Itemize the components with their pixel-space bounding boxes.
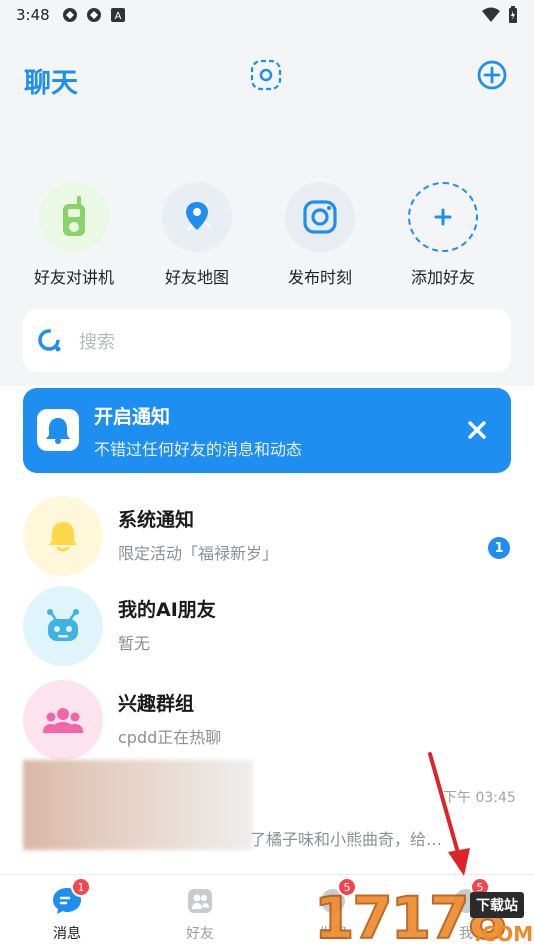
shortcut-add-friend[interactable]: 添加好友 xyxy=(393,182,493,288)
system-bell-avatar xyxy=(23,496,103,576)
shortcut-label: 发布时刻 xyxy=(287,268,352,287)
tab-badge: 1 xyxy=(71,877,91,897)
watermark-suffix: .COM xyxy=(474,922,534,946)
chat-name: 兴趣群组 xyxy=(118,693,195,715)
unread-badge: 1 xyxy=(488,537,510,559)
wifi-icon xyxy=(482,7,500,22)
robot-avatar xyxy=(23,586,103,666)
shortcut-label: 添加好友 xyxy=(410,268,475,287)
tab-label: 消息 xyxy=(53,926,81,942)
notify-banner[interactable]: 开启通知 不错过任何好友的消息和动态 xyxy=(23,388,511,473)
blurred-avatar xyxy=(23,760,253,850)
site-watermark: 17178 下载站 .COM xyxy=(308,878,534,950)
chat-name: 我的AI朋友 xyxy=(118,599,216,621)
watermark-tag: 下载站 xyxy=(470,892,524,918)
tab-friends[interactable]: 好友 xyxy=(160,885,240,943)
battery-icon xyxy=(509,6,517,23)
chat-preview: 了橘子味和小熊曲奇，给… xyxy=(250,830,443,849)
shortcut-row: 好友对讲机 好友地图 发布时刻 添加好友 xyxy=(0,182,534,292)
shortcut-publish-moment[interactable]: 发布时刻 xyxy=(270,182,370,288)
bell-icon xyxy=(37,409,79,451)
search-icon xyxy=(38,328,61,351)
header: 聊天 xyxy=(0,55,534,101)
chat-preview: 暂无 xyxy=(118,634,151,653)
tab-messages[interactable]: 1 消息 xyxy=(27,877,107,943)
app-notification-icon xyxy=(86,8,101,22)
shortcut-label: 好友对讲机 xyxy=(33,268,114,287)
map-pin-icon xyxy=(162,182,232,252)
chat-row-ai-friend[interactable]: 我的AI朋友 暂无 xyxy=(0,580,534,670)
svg-text:A: A xyxy=(114,11,121,22)
chat-row-system[interactable]: 系统通知 限定活动「福禄新岁」 1 xyxy=(0,490,534,580)
status-bar: 3:48 A xyxy=(0,0,534,30)
camera-icon xyxy=(285,182,355,252)
plus-icon xyxy=(408,182,478,252)
banner-title: 开启通知 xyxy=(94,406,171,428)
chat-preview: 限定活动「福禄新岁」 xyxy=(118,544,279,563)
app-notification-icon xyxy=(62,8,77,22)
a-notification-icon: A xyxy=(110,8,125,22)
tab-label: 好友 xyxy=(186,926,214,942)
shortcut-friend-map[interactable]: 好友地图 xyxy=(147,182,247,288)
shortcut-walkie-talkie[interactable]: 好友对讲机 xyxy=(24,182,124,288)
add-icon[interactable] xyxy=(476,59,508,91)
chat-row-interest-group[interactable]: 兴趣群组 cpdd正在热聊 xyxy=(0,674,534,764)
walkie-talkie-icon xyxy=(39,182,109,252)
search-placeholder: 搜索 xyxy=(79,331,115,353)
group-avatar xyxy=(23,680,103,760)
close-icon[interactable] xyxy=(463,416,491,444)
friends-icon xyxy=(184,885,216,917)
chat-name: 系统通知 xyxy=(118,509,195,531)
search-bar[interactable]: 搜索 xyxy=(23,309,511,372)
shortcut-label: 好友地图 xyxy=(164,268,229,287)
chat-bubble-icon: 1 xyxy=(51,877,91,917)
page-title: 聊天 xyxy=(24,68,78,99)
status-time: 3:48 xyxy=(16,6,50,24)
annotation-arrow xyxy=(428,752,470,876)
banner-subtitle: 不错过任何好友的消息和动态 xyxy=(94,440,303,459)
chat-preview: cpdd正在热聊 xyxy=(118,728,222,747)
scan-icon[interactable] xyxy=(250,59,282,91)
